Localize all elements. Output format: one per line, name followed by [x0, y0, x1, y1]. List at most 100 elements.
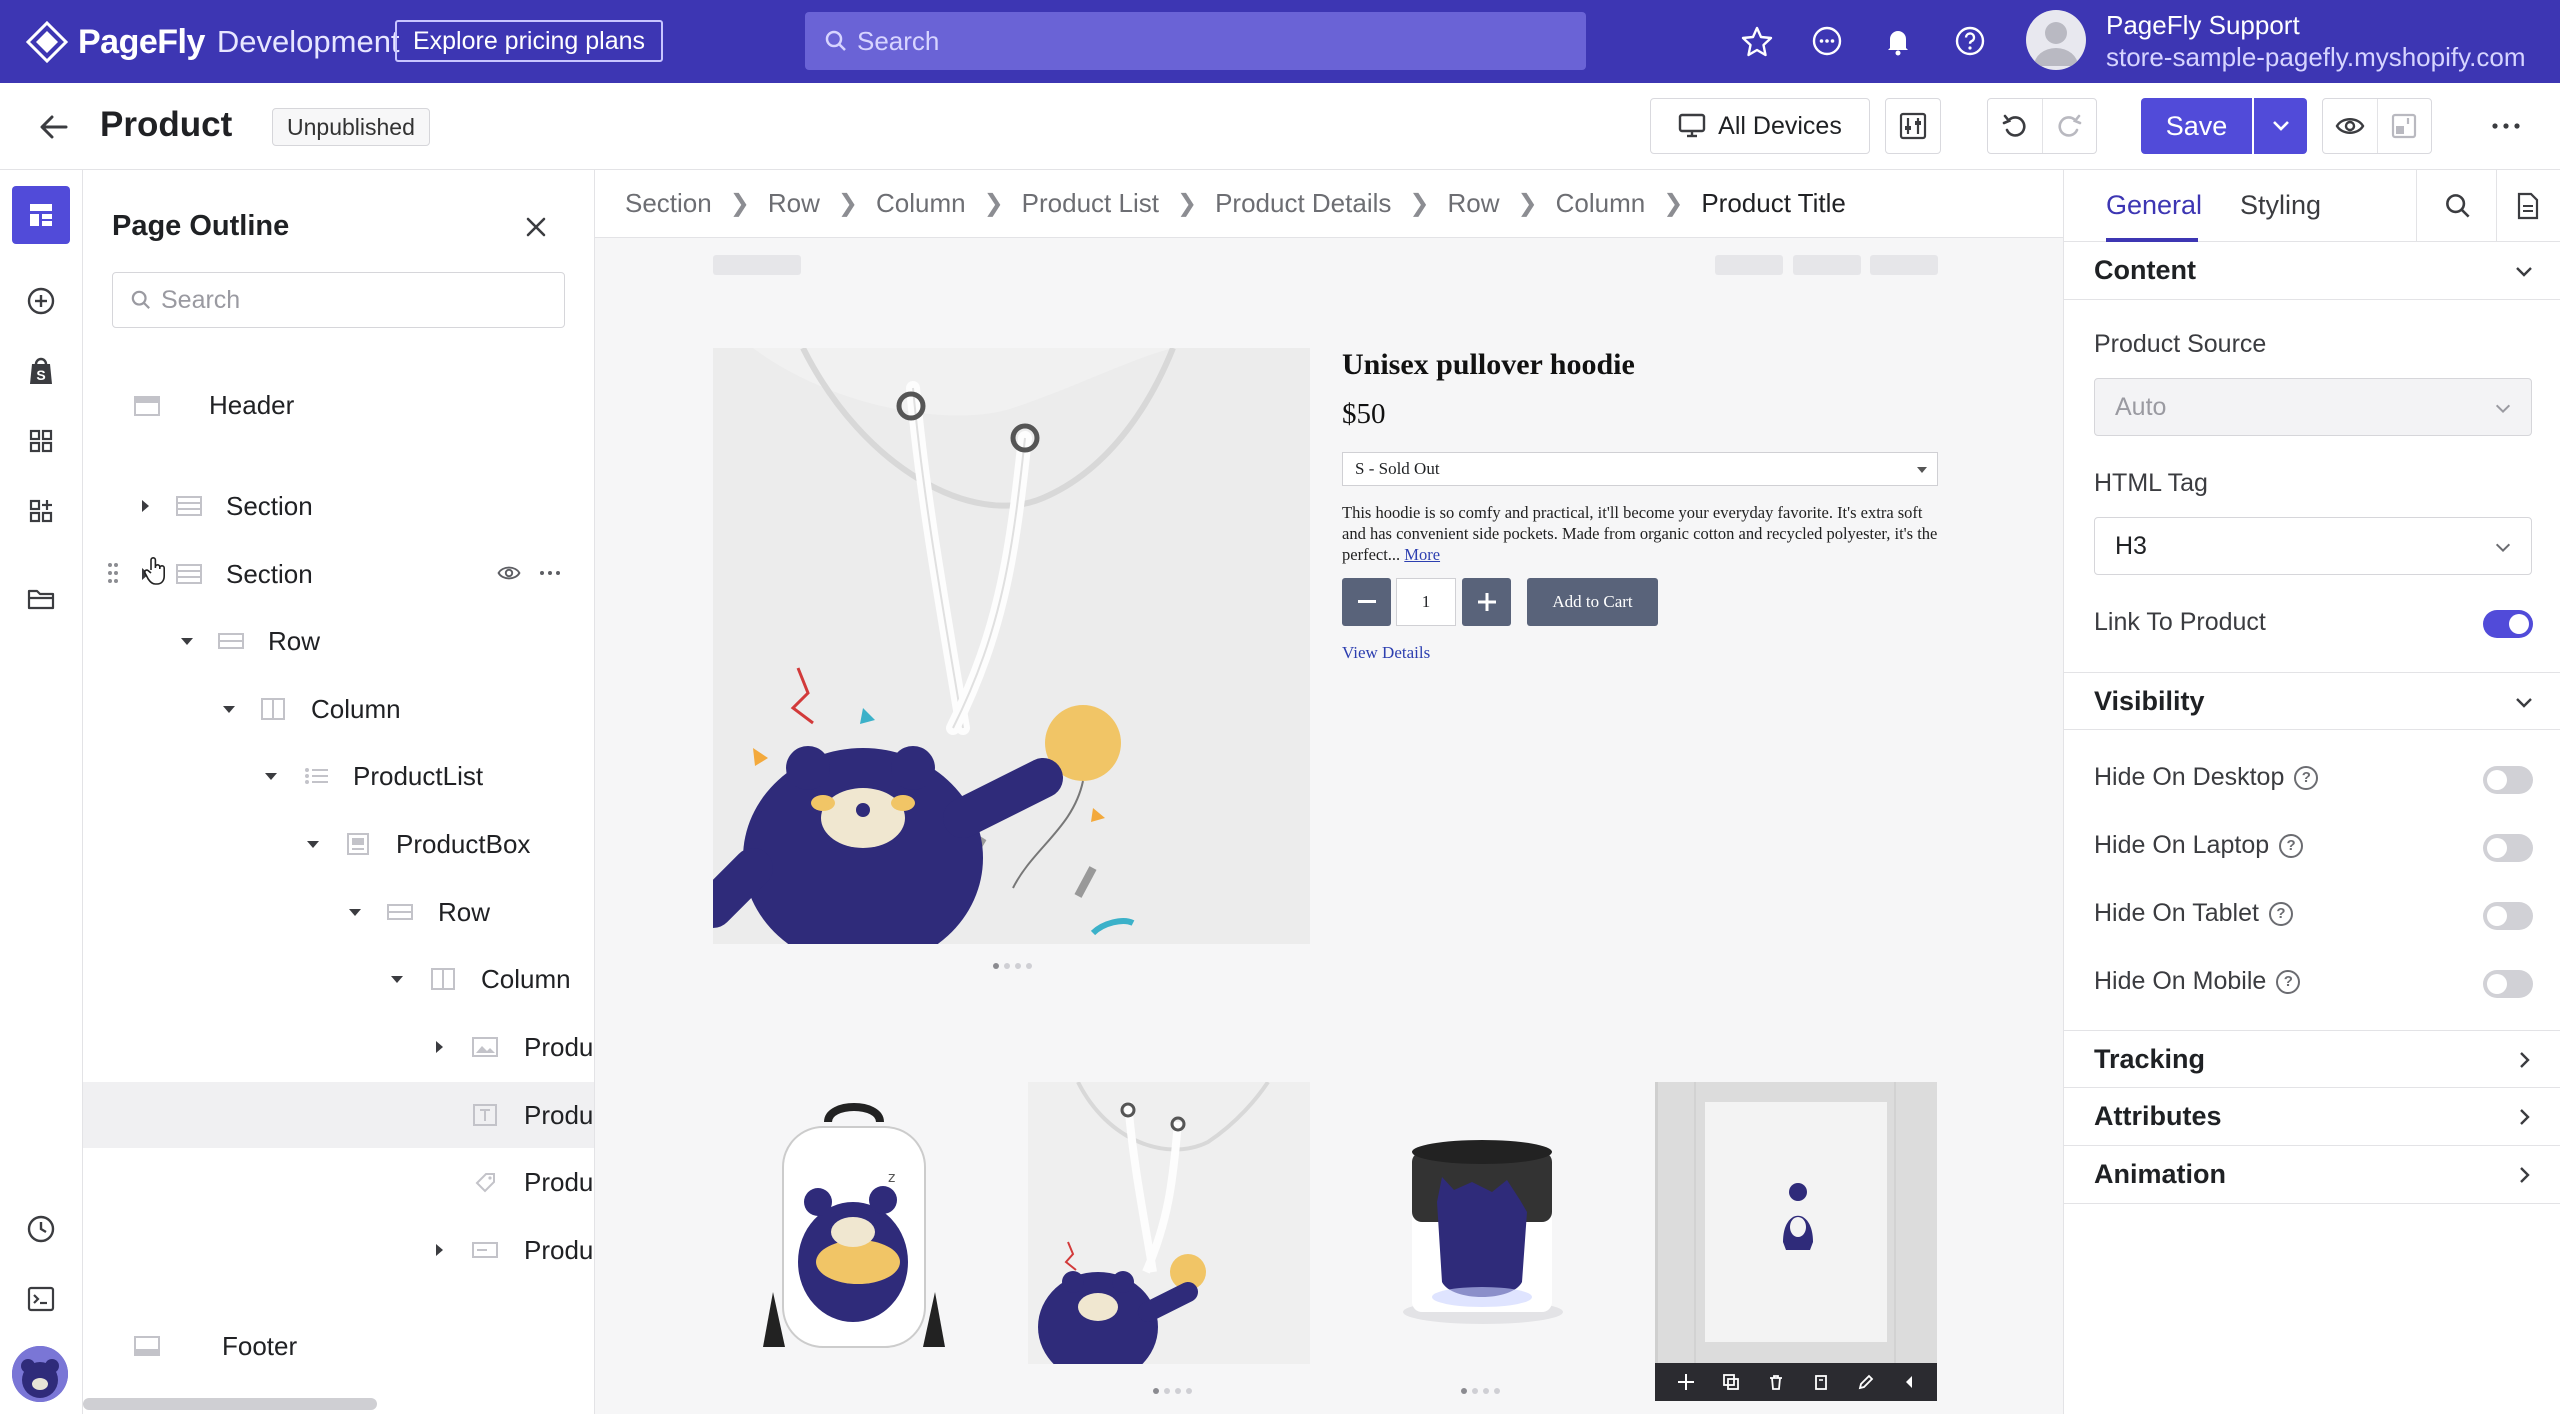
caret-down-icon[interactable]	[177, 631, 197, 651]
device-selector[interactable]: All Devices	[1650, 98, 1870, 154]
caret-right-icon[interactable]	[135, 496, 155, 516]
quantity-input[interactable]: 1	[1396, 578, 1456, 626]
thumbnail-pagination[interactable]	[1461, 1388, 1500, 1394]
hide-on-laptop-toggle[interactable]	[2483, 834, 2533, 862]
breadcrumb-item[interactable]: Row	[1448, 188, 1500, 219]
close-outline-button[interactable]	[521, 212, 551, 242]
link-to-product-toggle[interactable]	[2483, 610, 2533, 638]
help-icon[interactable]: ?	[2294, 765, 2319, 790]
tab-styling[interactable]: Styling	[2240, 190, 2321, 221]
outline-item-column[interactable]: Column	[83, 946, 594, 1012]
outline-item-section[interactable]: Section	[83, 473, 594, 539]
copy-icon[interactable]	[1812, 1373, 1830, 1391]
breadcrumb-item[interactable]: Product List	[1022, 188, 1159, 219]
tab-general[interactable]: General	[2106, 190, 2202, 221]
user-avatar[interactable]	[2026, 10, 2086, 70]
back-button[interactable]	[36, 109, 72, 145]
undo-button[interactable]	[1988, 99, 2043, 153]
bell-icon[interactable]	[1879, 22, 1917, 60]
hide-on-tablet-toggle[interactable]	[2483, 902, 2533, 930]
product-thumbnail-backpack[interactable]: z	[713, 1082, 995, 1364]
help-icon[interactable]: ?	[2276, 969, 2301, 994]
apps-icon[interactable]	[12, 482, 70, 540]
folder-icon[interactable]	[12, 570, 70, 628]
view-details-link[interactable]: View Details	[1342, 643, 1430, 663]
help-icon[interactable]	[1951, 22, 1989, 60]
quantity-decrease-button[interactable]	[1342, 578, 1391, 626]
drag-handle-icon[interactable]	[106, 561, 120, 585]
search-icon[interactable]	[2440, 188, 2476, 224]
more-options-button[interactable]	[2478, 98, 2534, 154]
star-icon[interactable]	[1738, 22, 1776, 60]
caret-down-icon[interactable]	[261, 766, 281, 786]
help-icon[interactable]: ?	[2268, 901, 2293, 926]
outline-search-input[interactable]: Search	[112, 272, 565, 328]
product-thumbnail-mug[interactable]	[1342, 1082, 1624, 1364]
product-thumbnail-hoodie[interactable]	[1028, 1082, 1310, 1364]
duplicate-icon[interactable]	[1722, 1373, 1740, 1391]
more-link[interactable]: More	[1404, 545, 1440, 564]
save-options-button[interactable]	[2254, 98, 2307, 154]
breadcrumb-item[interactable]: Column	[876, 188, 966, 219]
help-icon[interactable]: ?	[2279, 833, 2304, 858]
outline-item-product-variants[interactable]: Produ	[83, 1217, 594, 1283]
product-main-image[interactable]	[713, 348, 1310, 944]
breadcrumb-item[interactable]: Section	[625, 188, 712, 219]
grid-icon[interactable]	[12, 412, 70, 470]
caret-right-icon[interactable]	[429, 1037, 449, 1057]
visibility-section-header[interactable]: Visibility	[2064, 672, 2560, 730]
redo-button[interactable]	[2043, 99, 2097, 153]
breadcrumb-item[interactable]: Row	[768, 188, 820, 219]
explore-pricing-button[interactable]: Explore pricing plans	[395, 20, 663, 62]
history-icon[interactable]	[12, 1200, 70, 1258]
pagefly-logo[interactable]: PageFly Development	[26, 20, 400, 64]
shopify-icon[interactable]: S	[12, 342, 70, 400]
html-tag-select[interactable]: H3	[2094, 517, 2532, 575]
publish-button[interactable]	[2378, 99, 2432, 153]
layout-icon[interactable]	[12, 186, 70, 244]
outline-item-row[interactable]: Row	[83, 608, 594, 674]
page-settings-button[interactable]	[1885, 98, 1941, 154]
outline-item-productlist[interactable]: ProductList	[83, 743, 594, 809]
outline-item-productbox[interactable]: ProductBox	[83, 811, 594, 877]
quantity-increase-button[interactable]	[1462, 578, 1511, 626]
outline-item-product-price[interactable]: Produ	[83, 1149, 594, 1215]
thumbnail-pagination[interactable]	[1153, 1388, 1192, 1394]
outline-item-footer[interactable]: Footer	[83, 1313, 594, 1379]
outline-item-row[interactable]: Row	[83, 879, 594, 945]
variant-select[interactable]: S - Sold Out	[1342, 452, 1938, 486]
move-icon[interactable]	[1677, 1373, 1695, 1391]
global-search-input[interactable]: Search	[805, 12, 1586, 70]
more-horizontal-icon[interactable]	[539, 563, 561, 583]
page-icon[interactable]	[2510, 188, 2546, 224]
content-section-header[interactable]: Content	[2064, 242, 2560, 300]
caret-right-icon[interactable]	[429, 1240, 449, 1260]
tracking-section-header[interactable]: Tracking	[2064, 1030, 2560, 1088]
caret-left-icon[interactable]	[1902, 1373, 1916, 1391]
animation-section-header[interactable]: Animation	[2064, 1146, 2560, 1204]
outline-item-product-image[interactable]: Produ	[83, 1014, 594, 1080]
product-thumbnail-poster[interactable]	[1655, 1082, 1937, 1364]
caret-down-icon[interactable]	[387, 969, 407, 989]
outline-item-header[interactable]: Header	[83, 372, 594, 438]
terminal-icon[interactable]	[12, 1270, 70, 1328]
product-title[interactable]: Unisex pullover hoodie	[1342, 348, 1635, 382]
chat-icon[interactable]	[1808, 22, 1846, 60]
user-name[interactable]: PageFly Support	[2106, 10, 2300, 41]
eye-icon[interactable]	[497, 563, 521, 583]
account-avatar[interactable]	[12, 1346, 68, 1402]
outline-item-product-title[interactable]: Produ	[83, 1082, 594, 1148]
breadcrumb-item[interactable]: Column	[1556, 188, 1646, 219]
user-store[interactable]: store-sample-pagefly.myshopify.com	[2106, 42, 2526, 73]
trash-icon[interactable]	[1767, 1373, 1785, 1391]
add-icon[interactable]	[12, 272, 70, 330]
hide-on-desktop-toggle[interactable]	[2483, 766, 2533, 794]
preview-button[interactable]	[2323, 99, 2378, 153]
image-pagination[interactable]	[993, 963, 1032, 969]
breadcrumb-item[interactable]: Product Details	[1215, 188, 1391, 219]
caret-down-icon[interactable]	[345, 902, 365, 922]
outline-horizontal-scrollbar[interactable]	[83, 1398, 377, 1410]
add-to-cart-button[interactable]: Add to Cart	[1527, 578, 1658, 626]
save-button[interactable]: Save	[2141, 98, 2252, 154]
edit-icon[interactable]	[1857, 1373, 1875, 1391]
